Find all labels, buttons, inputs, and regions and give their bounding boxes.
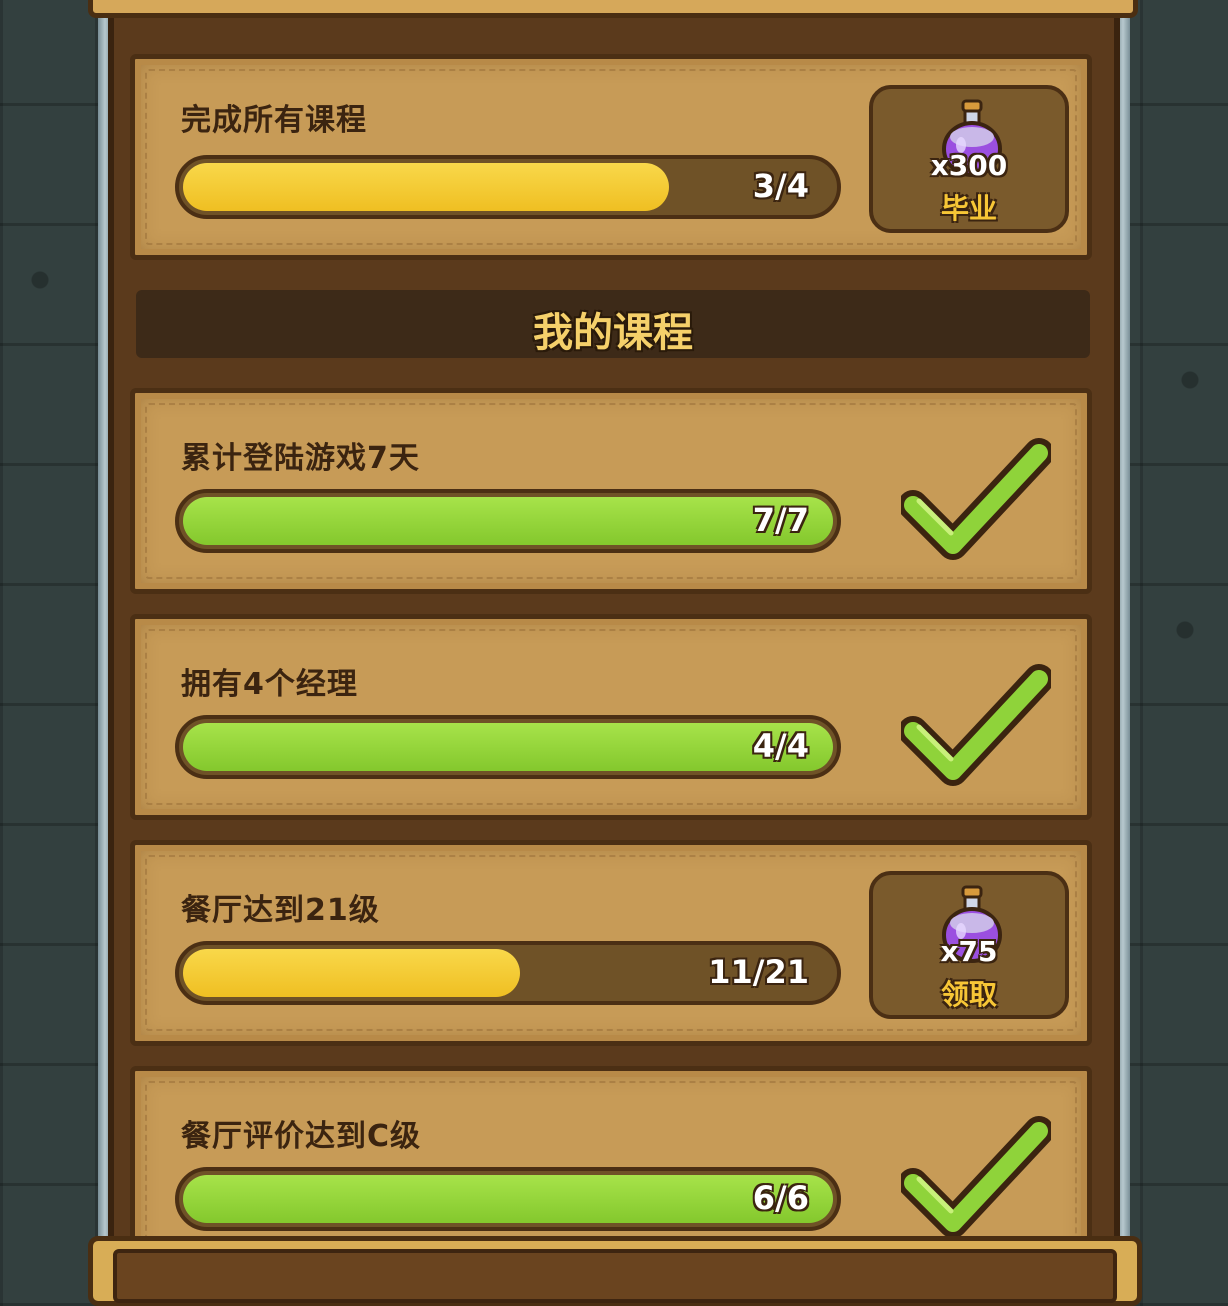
course-title: 餐厅达到21级 (181, 893, 380, 928)
course-progress-text: 7/7 (752, 501, 809, 539)
graduation-reward-button[interactable]: x300 毕业 (869, 85, 1069, 233)
claim-reward-button[interactable]: x75 领取 (869, 871, 1069, 1019)
course-progress-text: 4/4 (752, 727, 809, 765)
course-progress-fill (183, 497, 833, 545)
course-card: 累计登陆游戏7天 7/7 (130, 388, 1092, 594)
graduation-reward-amount: x300 (930, 149, 1008, 182)
course-progress-bar: 6/6 (175, 1167, 841, 1231)
course-progress-bar: 4/4 (175, 715, 841, 779)
section-title: 我的课程 (533, 310, 693, 356)
course-progress-text: 11/21 (708, 953, 809, 991)
course-progress-fill (183, 1175, 833, 1223)
panel-top-cap (88, 0, 1138, 18)
graduation-progress-fill (183, 163, 669, 211)
graduation-card: 完成所有课程 3/4 x300 毕业 (130, 54, 1092, 260)
course-progress-fill (183, 949, 520, 997)
panel-bottom-rod (88, 1236, 1142, 1306)
graduation-reward-label: 毕业 (940, 192, 997, 225)
course-progress-text: 6/6 (752, 1179, 809, 1217)
claim-reward-amount: x75 (940, 935, 998, 968)
graduation-progress-text: 3/4 (752, 167, 809, 205)
check-icon (901, 1116, 1051, 1238)
graduation-progress-bar: 3/4 (175, 155, 841, 219)
course-title: 拥有4个经理 (181, 667, 358, 702)
course-title: 累计登陆游戏7天 (181, 441, 420, 476)
course-progress-fill (183, 723, 833, 771)
course-title: 餐厅评价达到C级 (181, 1119, 422, 1154)
section-header: 我的课程 (136, 290, 1090, 358)
course-progress-bar: 7/7 (175, 489, 841, 553)
check-icon (901, 664, 1051, 786)
claim-reward-label: 领取 (940, 978, 997, 1011)
graduation-title: 完成所有课程 (181, 103, 367, 138)
course-card: 餐厅达到21级 11/21 x75 领取 (130, 840, 1092, 1046)
course-card: 拥有4个经理 4/4 (130, 614, 1092, 820)
check-icon (901, 438, 1051, 560)
course-progress-bar: 11/21 (175, 941, 841, 1005)
